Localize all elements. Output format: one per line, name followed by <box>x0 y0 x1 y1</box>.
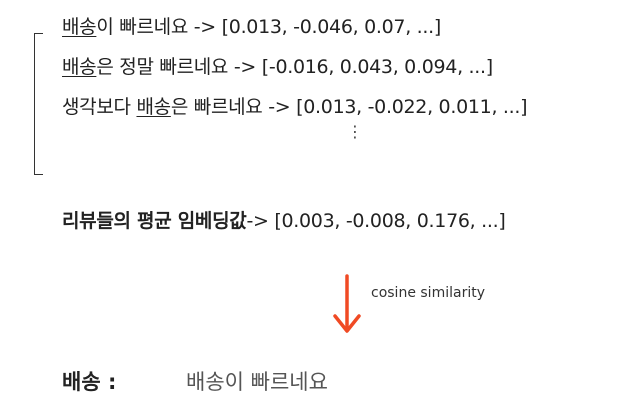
arrow-label: cosine similarity <box>371 285 485 301</box>
vertical-ellipsis: ⋮ <box>347 122 363 141</box>
average-value: -> [0.003, -0.008, 0.176, ...] <box>246 210 506 232</box>
keyword: 배송 <box>62 16 97 38</box>
example-sentence-3: 생각보다 배송은 빠르네요 -> [0.013, -0.022, 0.011, … <box>62 92 528 119</box>
sentence-rest: 이 빠르네요 -> [0.013, -0.046, 0.07, ...] <box>96 16 441 38</box>
result-label: 배송 : <box>62 370 117 394</box>
sentence-prefix: 생각보다 <box>62 96 137 118</box>
example-sentence-2: 배송은 정말 빠르네요 -> [-0.016, 0.043, 0.094, ..… <box>62 52 493 79</box>
sentence-rest: 은 빠르네요 -> [0.013, -0.022, 0.011, ...] <box>170 96 528 118</box>
keyword: 배송 <box>136 96 171 118</box>
average-label: 리뷰들의 평균 임베딩값 <box>62 210 247 232</box>
down-arrow-icon <box>333 274 361 333</box>
result-text: 배송이 빠르네요 <box>186 370 328 394</box>
average-embedding: 리뷰들의 평균 임베딩값-> [0.003, -0.008, 0.176, ..… <box>62 206 506 233</box>
sentence-rest: 은 정말 빠르네요 -> [-0.016, 0.043, 0.094, ...] <box>96 56 493 78</box>
grouping-bracket <box>34 33 43 175</box>
keyword: 배송 <box>62 56 97 78</box>
example-sentence-1: 배송이 빠르네요 -> [0.013, -0.046, 0.07, ...] <box>62 12 441 39</box>
